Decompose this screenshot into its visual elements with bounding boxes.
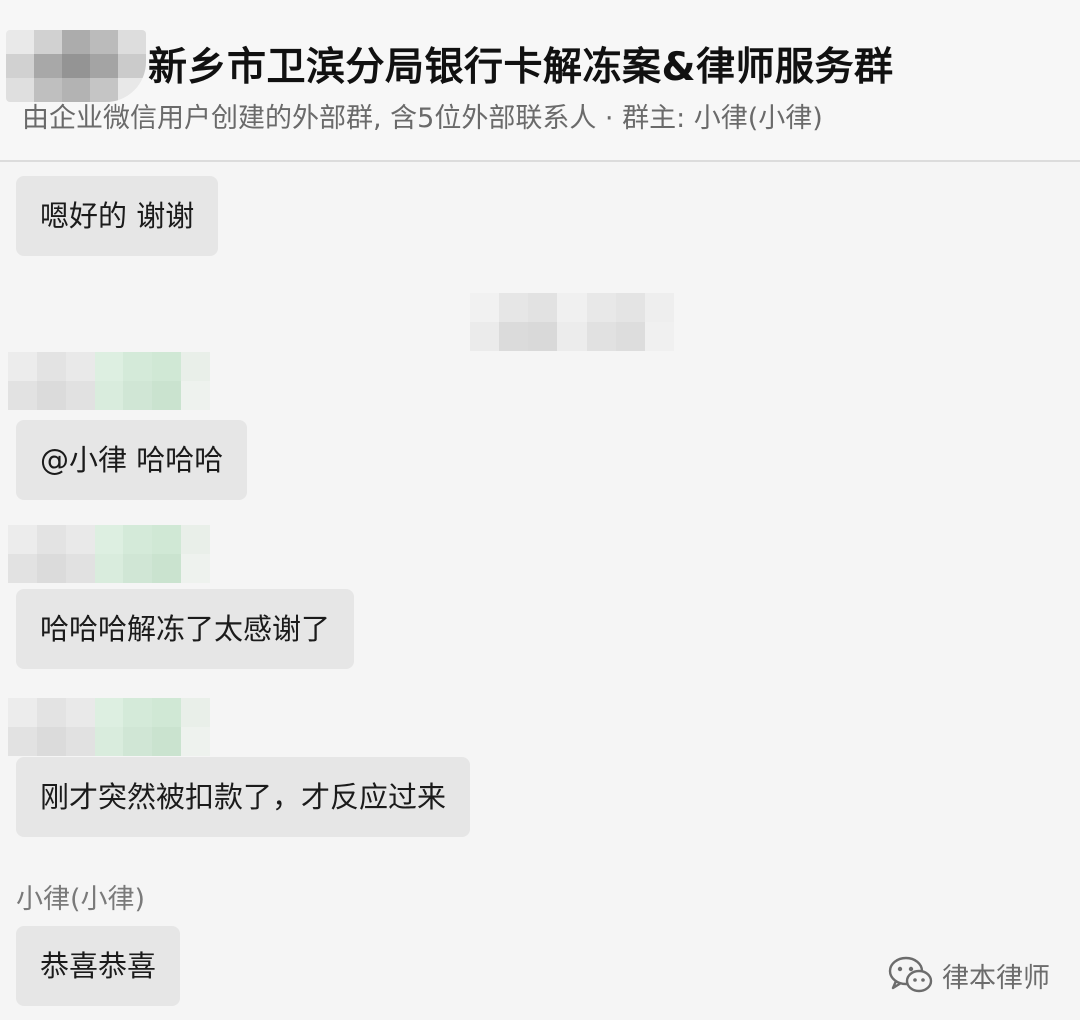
sender-name: 小律(小律) [16, 884, 146, 915]
watermark: 律本律师 [888, 955, 1050, 995]
group-avatar-blurred[interactable] [6, 30, 146, 102]
watermark-text: 律本律师 [942, 962, 1050, 994]
sender-name-blurred [8, 352, 210, 410]
group-title: 新乡市卫滨分局银行卡解冻案&律师服务群 [148, 45, 894, 90]
message-bubble[interactable]: @小律 哈哈哈 [16, 420, 248, 500]
message-bubble[interactable]: 刚才突然被扣款了，才反应过来 [16, 757, 471, 837]
sender-name-blurred [8, 698, 210, 756]
sender-name-blurred [8, 525, 210, 583]
chat-header: 新乡市卫滨分局银行卡解冻案&律师服务群 由企业微信用户创建的外部群, 含5位外部… [0, 0, 1080, 162]
timestamp-blurred [470, 293, 674, 351]
message-bubble[interactable]: 哈哈哈解冻了太感谢了 [16, 589, 355, 669]
group-subtitle: 由企业微信用户创建的外部群, 含5位外部联系人 · 群主: 小律(小律) [22, 103, 823, 134]
message-bubble[interactable]: 嗯好的 谢谢 [16, 176, 219, 256]
wechat-icon [888, 955, 934, 995]
message-bubble[interactable]: 恭喜恭喜 [16, 926, 181, 1006]
